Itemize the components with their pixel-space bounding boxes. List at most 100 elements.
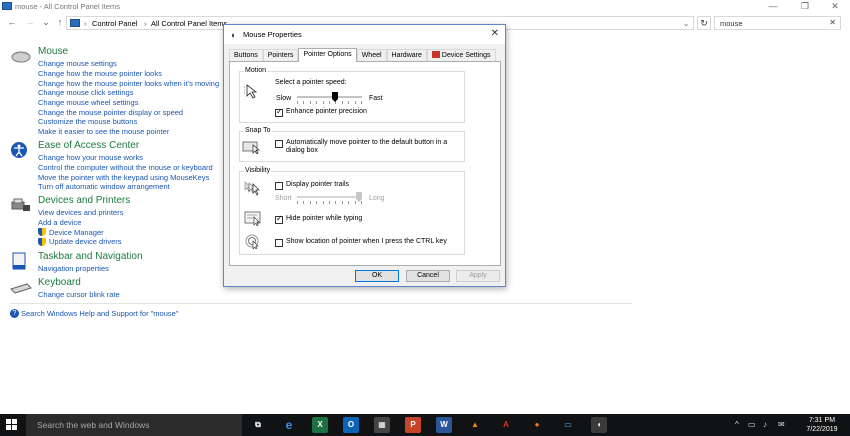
cancel-button[interactable]: Cancel [406, 270, 450, 282]
breadcrumb-separator: › [144, 19, 147, 28]
link-mousekeys[interactable]: Move the pointer with the keypad using M… [38, 172, 213, 182]
link-without-mouse-keyboard[interactable]: Control the computer without the mouse o… [38, 163, 213, 173]
pointer-speed-slider[interactable] [297, 92, 362, 104]
taskbar-app-word[interactable]: W [436, 417, 452, 433]
taskbar-app-powerpoint[interactable]: P [405, 417, 421, 433]
search-box: ✕ [714, 16, 841, 30]
back-button[interactable]: ← [6, 16, 18, 28]
pointer-trails-icon [244, 181, 260, 196]
slider-tick [335, 201, 336, 204]
tab-pointer-options[interactable]: Pointer Options [298, 48, 357, 62]
minimize-button[interactable]: — [758, 0, 788, 13]
link-device-manager[interactable]: Device Manager [38, 227, 123, 237]
tray-volume-icon[interactable]: ♪ [763, 420, 767, 429]
up-button[interactable]: ↑ [54, 16, 66, 28]
window-title: mouse - All Control Panel Items [15, 2, 121, 11]
taskbar-search[interactable]: Search the web and Windows [26, 414, 242, 436]
taskbar-app-control-panel[interactable]: ▭ [560, 417, 576, 433]
tray-message-icon[interactable]: ✉ [778, 420, 785, 429]
category-title[interactable]: Devices and Printers [38, 195, 130, 206]
recent-locations-button[interactable]: ⌄ [40, 16, 52, 28]
slider-tick [323, 101, 324, 104]
link-customize-buttons[interactable]: Customize the mouse buttons [38, 117, 219, 127]
slider-tick [297, 201, 298, 204]
checkbox-box[interactable] [275, 239, 283, 247]
link-how-mouse-works[interactable]: Change how your mouse works [38, 153, 213, 163]
tray-network-icon[interactable]: ▭ [748, 420, 756, 429]
taskbar-app-mouse-properties[interactable]: ◖ [591, 417, 607, 433]
link-change-mouse-settings[interactable]: Change mouse settings [38, 59, 219, 69]
address-dropdown-icon[interactable]: ⌄ [683, 19, 689, 28]
enhance-precision-checkbox[interactable]: Enhance pointer precision [275, 107, 367, 117]
checkbox-box[interactable] [275, 107, 283, 117]
link-pointer-looks-moving[interactable]: Change how the mouse pointer looks when … [38, 78, 219, 88]
taskbar-app-acrobat[interactable]: A [498, 417, 514, 433]
checkbox-box[interactable] [275, 214, 283, 224]
mouse-icon: ◖ [230, 30, 236, 40]
link-pointer-display-speed[interactable]: Change the mouse pointer display or spee… [38, 107, 219, 117]
taskbar-app-task-view[interactable]: ⧉ [250, 417, 266, 433]
category-title[interactable]: Mouse [38, 46, 68, 57]
link-pointer-looks[interactable]: Change how the mouse pointer looks [38, 69, 219, 79]
breadcrumb-control-panel[interactable]: Control Panel [92, 19, 137, 28]
clock-time: 7:31 PM [808, 417, 836, 424]
dialog-close-button[interactable]: ✕ [491, 28, 499, 39]
checkbox-box[interactable] [275, 140, 283, 148]
link-view-devices[interactable]: View devices and printers [38, 208, 123, 218]
maximize-button[interactable]: ❐ [790, 0, 820, 13]
hide-pointer-typing-checkbox[interactable]: Hide pointer while typing [275, 214, 362, 224]
taskbar-app-calculator[interactable]: ▦ [374, 417, 390, 433]
pointer-trails-checkbox[interactable]: Display pointer trails [275, 181, 349, 190]
taskbar-clock[interactable]: 7:31 PM 7/22/2019 [802, 416, 842, 434]
link-add-device[interactable]: Add a device [38, 218, 123, 228]
taskbar-app-excel[interactable]: X [312, 417, 328, 433]
taskbar-app-edge[interactable]: e [281, 417, 297, 433]
link-click-settings[interactable]: Change mouse click settings [38, 88, 219, 98]
ok-button[interactable]: OK [355, 270, 399, 282]
checkbox-label: Show location of pointer when I press th… [286, 238, 447, 245]
show-pointer-ctrl-checkbox[interactable]: Show location of pointer when I press th… [275, 238, 447, 247]
tab-buttons[interactable]: Buttons [229, 49, 263, 61]
auto-snap-checkbox[interactable]: Automatically move pointer to the defaul… [275, 139, 453, 155]
link-label: Update device drivers [49, 237, 122, 247]
breadcrumb-all-items[interactable]: All Control Panel Items [151, 19, 227, 28]
link-wheel-settings[interactable]: Change mouse wheel settings [38, 98, 219, 108]
help-link-label: Search Windows Help and Support for "mou… [21, 309, 179, 318]
speed-label: Select a pointer speed: [275, 79, 347, 86]
link-navigation-properties[interactable]: Navigation properties [38, 264, 109, 274]
tab-wheel[interactable]: Wheel [356, 49, 387, 61]
start-button[interactable] [6, 419, 18, 431]
tab-pointers[interactable]: Pointers [262, 49, 299, 61]
search-input[interactable] [715, 17, 825, 29]
taskbar-app-firefox[interactable]: ● [529, 417, 545, 433]
forward-button[interactable]: → [24, 16, 36, 28]
keyboard-icon [10, 283, 32, 294]
taskbar-app-outlook[interactable]: O [343, 417, 359, 433]
tab-hardware[interactable]: Hardware [386, 49, 427, 61]
help-search-link[interactable]: ? Search Windows Help and Support for "m… [10, 309, 179, 318]
link-easier-see-pointer[interactable]: Make it easier to see the mouse pointer [38, 127, 219, 137]
slider-tick [355, 101, 356, 104]
pointer-trails-slider[interactable] [297, 192, 362, 204]
slider-tick [303, 201, 304, 204]
title-bar: mouse - All Control Panel Items — ❐ ✕ [0, 0, 850, 13]
control-panel-icon [2, 2, 12, 10]
link-window-arrangement[interactable]: Turn off automatic window arrangement [38, 182, 213, 192]
slider-thumb[interactable] [332, 92, 338, 102]
category-title[interactable]: Keyboard [38, 277, 81, 288]
slider-tick [316, 201, 317, 204]
link-update-drivers[interactable]: Update device drivers [38, 237, 123, 247]
link-cursor-blink-rate[interactable]: Change cursor blink rate [38, 290, 120, 300]
tab-device-settings[interactable]: Device Settings [426, 49, 496, 61]
category-title[interactable]: Ease of Access Center [38, 140, 139, 151]
apply-button[interactable]: Apply [456, 270, 500, 282]
refresh-button[interactable]: ↻ [697, 16, 711, 30]
clear-search-icon[interactable]: ✕ [829, 18, 836, 27]
group-label: Snap To [244, 127, 272, 134]
slider-tick [361, 201, 362, 204]
tray-chevron-icon[interactable]: ^ [735, 420, 739, 429]
taskbar-app-vlc[interactable]: ▲ [467, 417, 483, 433]
checkbox-box[interactable] [275, 182, 283, 190]
category-title[interactable]: Taskbar and Navigation [38, 251, 143, 262]
close-button[interactable]: ✕ [820, 0, 850, 13]
